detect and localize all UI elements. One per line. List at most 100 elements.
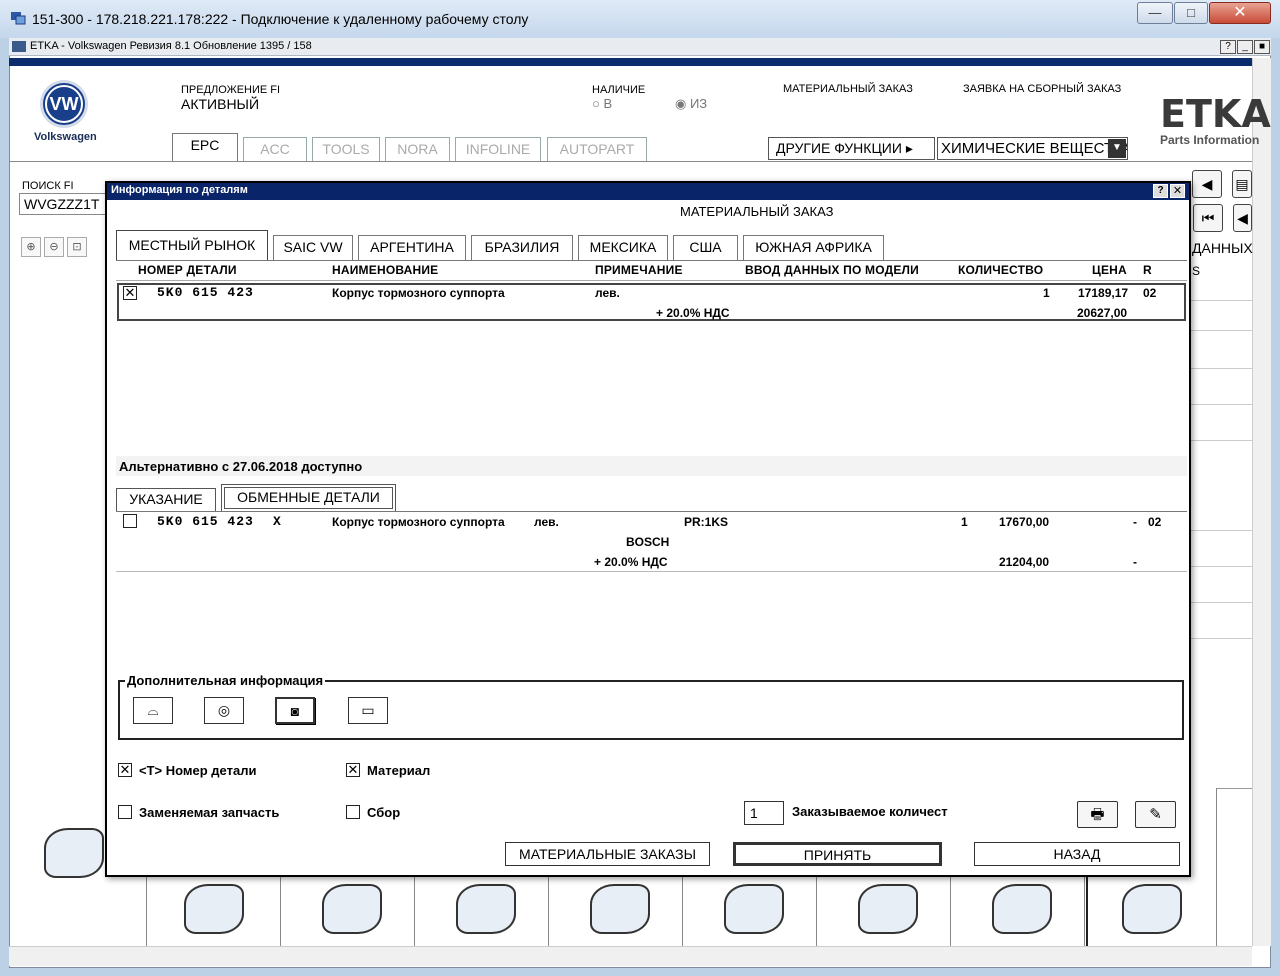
material-orders-button[interactable]: МАТЕРИАЛЬНЫЕ ЗАКАЗЫ <box>505 842 710 866</box>
tab-infoline[interactable]: INFOLINE <box>455 137 541 161</box>
material-checkbox[interactable]: ✕ <box>346 763 360 777</box>
technical-info-icon[interactable]: ⌓ <box>133 697 173 724</box>
alt-part-note: лев. <box>534 515 559 529</box>
alt-vat-label: + 20.0% НДС <box>594 555 668 569</box>
etka-help-button[interactable]: ? <box>1220 40 1236 54</box>
rdp-minimize-button[interactable]: — <box>1137 2 1173 24</box>
rdp-maximize-button[interactable]: □ <box>1174 2 1208 24</box>
vw-logo-mark: VW <box>45 85 83 123</box>
column-r: R <box>1143 263 1152 277</box>
search-input[interactable]: WVGZZZ1T <box>19 193 109 215</box>
fi-offer-label: ПРЕДЛОЖЕНИЕ FI <box>181 84 281 96</box>
part-number-checkbox[interactable]: ✕ <box>118 763 132 777</box>
rdp-close-button[interactable]: ✕ <box>1209 2 1271 24</box>
part-number-option-label: <T> Номер детали <box>139 763 257 778</box>
frame-icon[interactable]: ▭ <box>348 697 388 724</box>
tabs-baseline <box>9 161 1252 162</box>
chemicals-select[interactable]: ХИМИЧЕСКИЕ ВЕЩЕСТВА <box>937 137 1128 160</box>
collective-order-link[interactable]: ЗАЯВКА НА СБОРНЫЙ ЗАКАЗ <box>963 83 1121 95</box>
header-rule <box>9 58 1252 66</box>
document-icon[interactable]: ▤ <box>1232 170 1252 198</box>
tab-autopart[interactable]: AUTOPART <box>547 137 647 161</box>
row-select-checkbox[interactable]: ✕ <box>123 286 137 300</box>
tab-south-africa[interactable]: ЮЖНАЯ АФРИКА <box>743 235 884 260</box>
availability-in-radio[interactable]: ○ В <box>592 96 612 111</box>
alt-dash-2: - <box>1133 555 1137 569</box>
alt-row-divider <box>116 571 1187 572</box>
camera-icon[interactable]: ◙ <box>275 697 315 724</box>
tab-notice[interactable]: УКАЗАНИЕ <box>116 488 216 511</box>
background-row-rule <box>1190 330 1252 331</box>
etka-minimize-button[interactable]: _ <box>1237 40 1253 54</box>
first-page-icon[interactable]: ⏮ <box>1193 204 1223 232</box>
tab-usa[interactable]: США <box>673 235 738 260</box>
dialog-heading: МАТЕРИАЛЬНЫЙ ЗАКАЗ <box>680 204 834 219</box>
remote-desktop-icon <box>10 10 26 26</box>
zoom-out-icon[interactable]: ⊖ <box>44 237 64 257</box>
assembly-label: Сбор <box>367 805 401 820</box>
back-button[interactable]: НАЗАД <box>974 842 1180 866</box>
replaceable-part-checkbox[interactable] <box>118 805 132 819</box>
tab-mexico[interactable]: МЕКСИКА <box>578 235 668 260</box>
tab-tools[interactable]: TOOLS <box>312 137 380 161</box>
alt-part-suffix: X <box>273 514 282 529</box>
tab-epc[interactable]: EPC <box>172 133 238 162</box>
alt-row-checkbox[interactable] <box>123 514 137 528</box>
add-view-icon[interactable]: ◎ <box>204 697 244 724</box>
print-icon[interactable]: 🖶 <box>1077 801 1118 828</box>
part-note: лев. <box>595 286 620 300</box>
tab-local-market[interactable]: МЕСТНЫЙ РЫНОК <box>116 230 268 261</box>
alt-brand: BOSCH <box>626 535 670 549</box>
part-number: 5K0 615 423 <box>157 285 254 300</box>
tab-nora[interactable]: NORA <box>385 137 450 161</box>
dialog-close-button[interactable]: ✕ <box>1170 184 1185 198</box>
etka-logo: ETKA <box>1160 92 1271 136</box>
background-row-rule <box>1190 638 1252 639</box>
tab-acc[interactable]: ACC <box>243 137 307 161</box>
horizontal-scrollbar[interactable] <box>9 946 1252 966</box>
alt-part-name: Корпус тормозного суппорта <box>332 515 505 529</box>
alt-price-with-vat: 21204,00 <box>999 555 1050 569</box>
order-quantity-label: Заказываемое количест <box>792 804 948 819</box>
column-quantity: КОЛИЧЕСТВО <box>958 263 1044 277</box>
table-row[interactable] <box>117 283 1186 321</box>
alt-dash: - <box>1133 515 1137 529</box>
zoom-fit-icon[interactable]: ⊡ <box>67 237 87 257</box>
dialog-help-button[interactable]: ? <box>1153 184 1168 198</box>
etka-close-button[interactable]: ■ <box>1254 40 1270 54</box>
previous-page-icon[interactable]: ◀ <box>1192 170 1222 198</box>
additional-info-legend: Дополнительная информация <box>125 673 326 688</box>
availability-label: НАЛИЧИЕ <box>592 84 646 96</box>
assembly-checkbox[interactable] <box>346 805 360 819</box>
tab-exchange-parts[interactable]: ОБМЕННЫЕ ДЕТАЛИ <box>221 484 396 511</box>
zoom-in-icon[interactable]: ⊕ <box>21 237 41 257</box>
vat-label: + 20.0% НДС <box>656 306 730 320</box>
etka-logo-subtitle: Parts Information <box>1160 133 1260 147</box>
alternative-availability-text: Альтернативно с 27.06.2018 доступно <box>119 459 363 474</box>
vertical-scrollbar[interactable] <box>1252 58 1271 946</box>
edit-icon[interactable]: ✎ <box>1135 801 1176 828</box>
availability-from-radio[interactable]: ◉ ИЗ <box>675 96 707 112</box>
part-quantity: 1 <box>1043 286 1050 300</box>
alt-r: 02 <box>1148 515 1162 529</box>
chevron-down-icon[interactable]: ▼ <box>1108 139 1126 158</box>
alt-part-number: 5K0 615 423 <box>157 514 254 529</box>
background-row-rule <box>1190 368 1252 369</box>
material-order-link[interactable]: МАТЕРИАЛЬНЫЙ ЗАКАЗ <box>783 83 913 95</box>
alt-quantity: 1 <box>961 515 968 529</box>
tab-brazil[interactable]: БРАЗИЛИЯ <box>471 235 573 260</box>
accept-button[interactable]: ПРИНЯТЬ <box>733 842 942 866</box>
back-icon[interactable]: ◀ <box>1233 204 1252 232</box>
order-quantity-input[interactable]: 1 <box>744 801 784 825</box>
etka-app-icon <box>12 41 26 52</box>
tab-saic-vw[interactable]: SAIC VW <box>273 235 353 260</box>
dialog-title: Информация по деталям <box>111 184 248 196</box>
part-r: 02 <box>1143 286 1157 300</box>
column-part-number: НОМЕР ДЕТАЛИ <box>138 263 237 277</box>
brand-label: Volkswagen <box>34 131 97 143</box>
tab-argentina[interactable]: АРГЕНТИНА <box>358 235 466 260</box>
background-row-rule <box>1190 566 1252 567</box>
other-functions-button[interactable]: ДРУГИЕ ФУНКЦИИ ▸ <box>768 137 935 160</box>
fi-status: АКТИВНЫЙ <box>181 96 260 112</box>
material-option-label: Материал <box>367 763 431 778</box>
